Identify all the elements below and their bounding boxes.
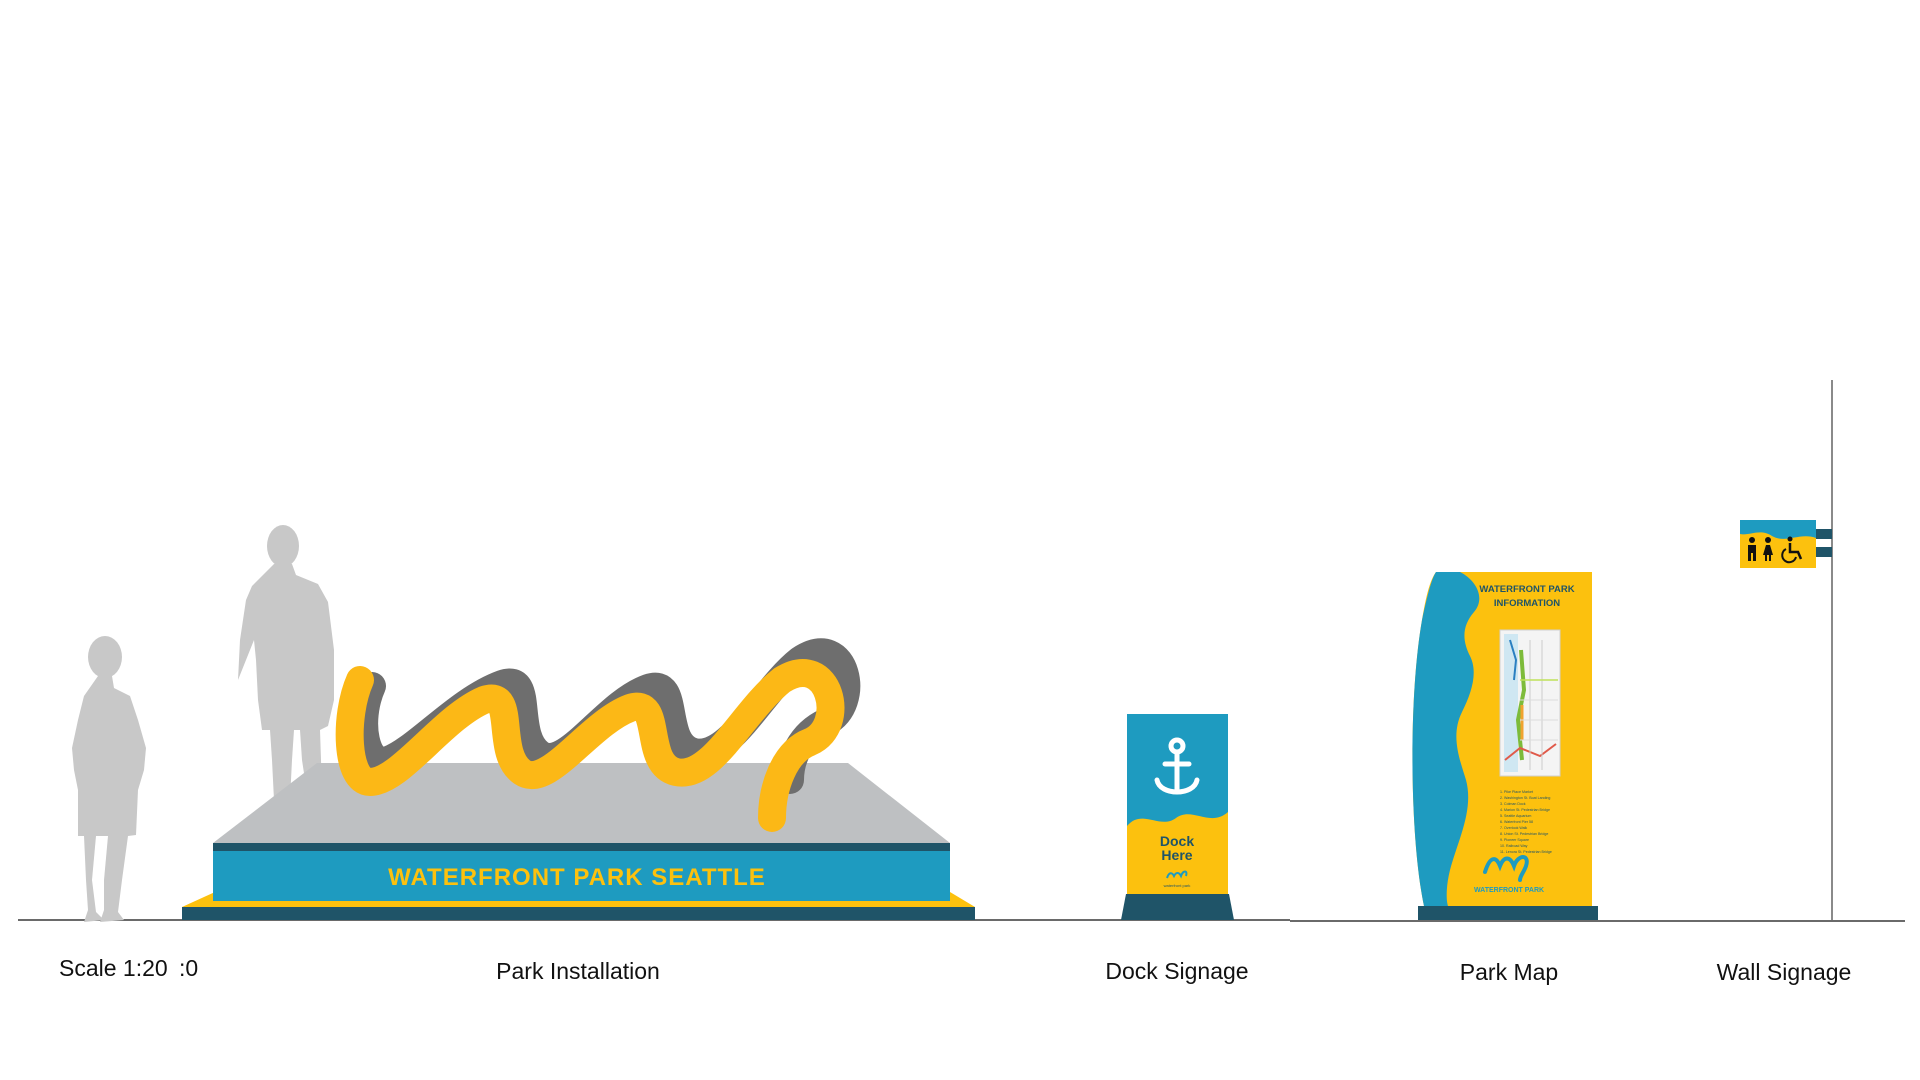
map-legend-item: 1. Pike Place Market [1500,790,1533,794]
park-map-kiosk: WATERFRONT PARK INFORMATION 1. Pike Plac… [1412,572,1598,920]
caption-park-installation: Park Installation [496,958,660,984]
caption-wall-signage: Wall Signage [1716,959,1852,985]
map-legend-item: 5. Seattle Aquarium [1500,814,1531,818]
installation-platform [213,763,950,843]
elevation-drawing: WATERFRONT PARK SEATTLE Dock Here waterf… [18,380,1905,922]
wall-signage [1740,520,1832,568]
map-legend-item: 8. Union St. Pedestrian Bridge [1500,832,1548,836]
dock-sign-line2: Here [1161,847,1192,863]
dock-sign-logo-caption: waterfront park [1164,883,1191,888]
woman-silhouette [72,636,146,922]
park-map-illustration [1499,629,1561,777]
map-kiosk-title-1: WATERFRONT PARK [1479,584,1574,595]
installation-base-navy [182,907,975,920]
scale-fragment: :0 [179,955,199,981]
caption-dock-signage: Dock Signage [1105,958,1249,984]
dock-signage: Dock Here waterfront park [1121,714,1234,920]
map-kiosk-base [1418,906,1598,920]
map-legend-item: 6. Waterfront Pier 58 [1500,820,1533,824]
map-legend-item: 7. Overlook Walk [1500,826,1527,830]
map-legend-item: 9. Pioneer Square [1500,838,1529,842]
scale-label: Scale 1:20 [59,955,168,981]
installation-banner-stripe [213,843,950,851]
map-kiosk-title-2: INFORMATION [1494,598,1560,609]
map-kiosk-logo-caption: WATERFRONT PARK [1474,887,1544,894]
map-legend-item: 10. Railroad Way [1500,844,1528,848]
map-legend-item: 3. Colman Dock [1500,802,1526,806]
installation-banner-text: WATERFRONT PARK SEATTLE [388,864,766,891]
dock-sign-base [1121,894,1234,920]
map-legend-item: 4. Marion St. Pedestrian Bridge [1500,808,1550,812]
map-legend-item: 2. Washington St. Boat Landing [1500,796,1550,800]
map-legend-item: 11. Lenora St. Pedestrian Bridge [1500,850,1552,854]
caption-park-map: Park Map [1459,959,1559,985]
